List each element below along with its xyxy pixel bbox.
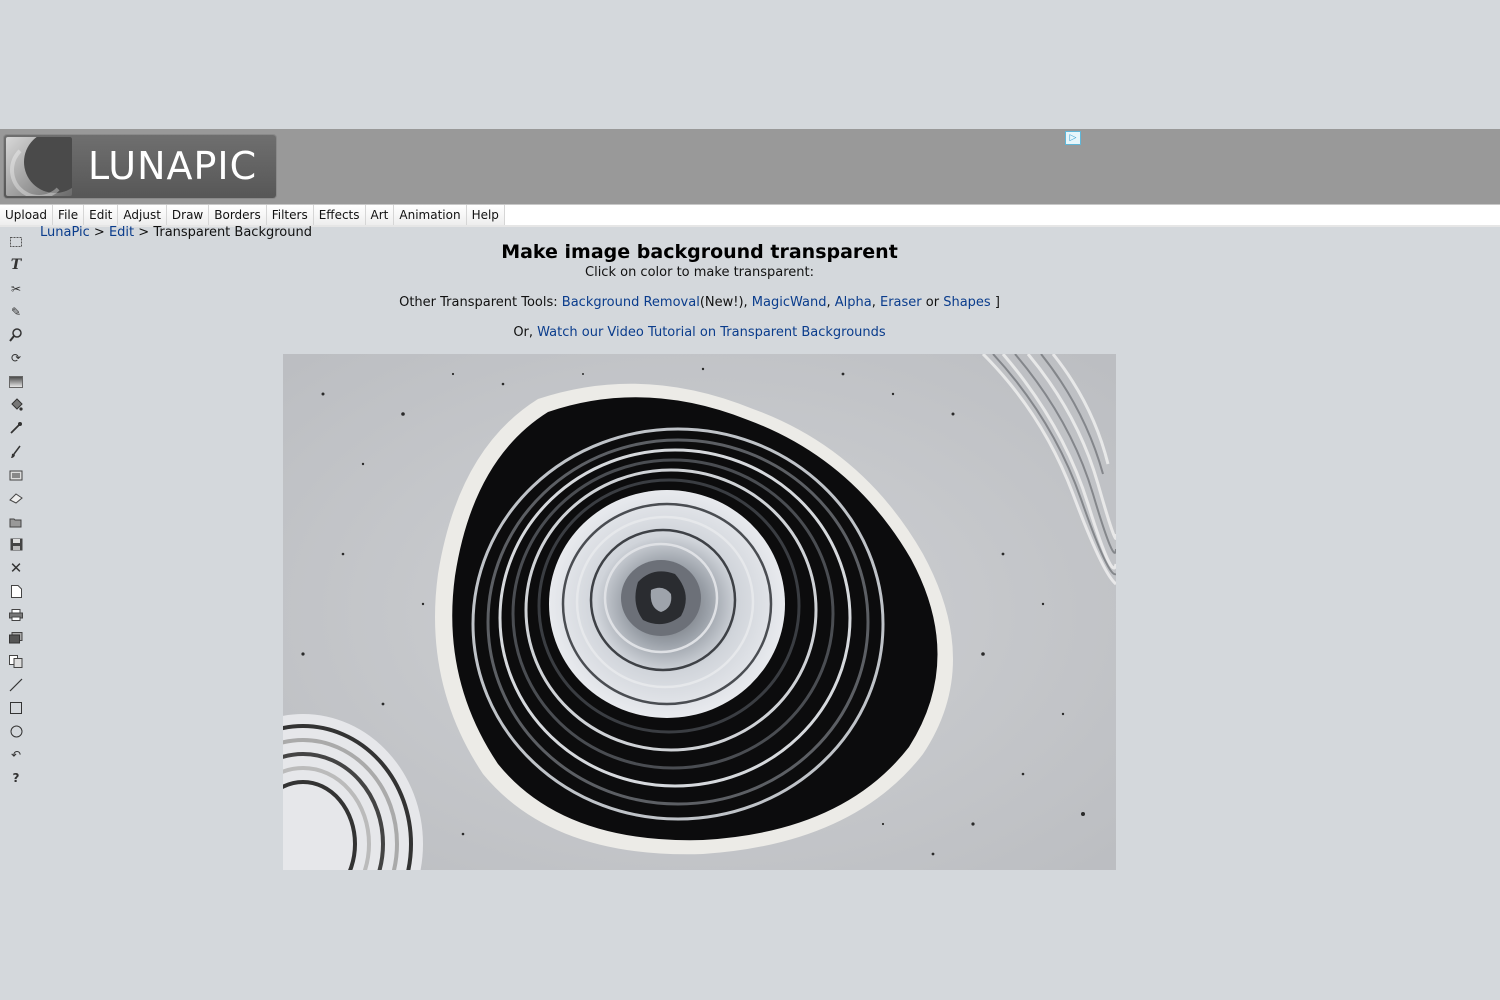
instruction-text: Click on color to make transparent:	[585, 265, 814, 280]
adchoices-icon[interactable]: ▷	[1065, 131, 1081, 145]
menu-art[interactable]: Art	[365, 205, 395, 225]
eyedropper-icon[interactable]	[6, 418, 26, 438]
line-icon[interactable]	[6, 675, 26, 695]
new-tag: (New!),	[699, 295, 752, 310]
select-icon[interactable]	[6, 232, 26, 252]
zoom-icon[interactable]	[6, 325, 26, 345]
rectangle-icon[interactable]	[6, 698, 26, 718]
separator-text: ]	[990, 295, 1000, 310]
moon-logo-icon	[6, 137, 72, 196]
edited-image[interactable]	[283, 354, 1116, 870]
separator-text: ,	[826, 295, 835, 310]
lunapic-logo[interactable]: LUNAPIC	[4, 135, 276, 198]
site-header: LUNAPIC ▷	[0, 129, 1500, 204]
video-tutorial-line: Or, Watch our Video Tutorial on Transpar…	[283, 324, 1116, 341]
breadcrumb-current: Transparent Background	[153, 225, 312, 240]
menu-borders[interactable]: Borders	[209, 205, 267, 225]
save-icon[interactable]	[6, 535, 26, 555]
shapes-link[interactable]: Shapes	[943, 295, 990, 310]
menu-edit[interactable]: Edit	[84, 205, 119, 225]
menu-help[interactable]: Help	[466, 205, 505, 225]
scissors-icon[interactable]: ✂	[6, 279, 26, 299]
background-removal-link[interactable]: Background Removal	[562, 295, 700, 310]
undo-icon[interactable]: ↶	[6, 745, 26, 765]
open-icon[interactable]	[6, 512, 26, 532]
breadcrumb-home-link[interactable]: LunaPic	[40, 225, 90, 240]
breadcrumb-edit-link[interactable]: Edit	[109, 225, 134, 240]
eraser-icon[interactable]	[6, 488, 26, 508]
video-tutorial-link[interactable]: Watch our Video Tutorial on Transparent …	[537, 325, 886, 340]
breadcrumb-separator: >	[134, 225, 154, 240]
rotate-icon[interactable]: ⟳	[6, 348, 26, 368]
alpha-link[interactable]: Alpha	[835, 295, 872, 310]
layers-icon[interactable]	[6, 628, 26, 648]
magicwand-link[interactable]: MagicWand	[752, 295, 827, 310]
image-canvas[interactable]	[283, 354, 1116, 870]
crop-icon[interactable]	[6, 465, 26, 485]
logo-text: LUNAPIC	[88, 144, 258, 188]
main-content: Make image background transparent Click …	[283, 240, 1116, 341]
menu-animation[interactable]: Animation	[394, 205, 467, 225]
menu-file[interactable]: File	[53, 205, 85, 225]
menu-bar: Upload File Edit Adjust Draw Borders Fil…	[0, 204, 1500, 227]
tool-sidebar: T ✂ ✎ ⟳ ✕ ↶ ?	[6, 232, 28, 791]
other-tools-line: Other Transparent Tools: Background Remo…	[283, 294, 1116, 311]
separator-text: or	[921, 295, 944, 310]
menu-effects[interactable]: Effects	[313, 205, 366, 225]
text-icon[interactable]: T	[6, 255, 26, 275]
eraser-link[interactable]: Eraser	[880, 295, 922, 310]
menu-filters[interactable]: Filters	[266, 205, 314, 225]
circle-icon[interactable]	[6, 721, 26, 741]
close-icon[interactable]: ✕	[6, 558, 26, 578]
breadcrumb-separator: >	[89, 225, 109, 240]
help-icon[interactable]: ?	[6, 768, 26, 788]
breadcrumb: LunaPic > Edit > Transparent Background	[40, 225, 312, 240]
print-icon[interactable]	[6, 605, 26, 625]
menu-draw[interactable]: Draw	[166, 205, 210, 225]
page-title: Make image background transparent	[501, 241, 898, 263]
other-tools-label: Other Transparent Tools:	[399, 295, 562, 310]
menu-adjust[interactable]: Adjust	[118, 205, 167, 225]
video-prefix: Or,	[513, 325, 538, 340]
copy-icon[interactable]	[6, 651, 26, 671]
paint-bucket-icon[interactable]	[6, 395, 26, 415]
pencil-icon[interactable]: ✎	[6, 302, 26, 322]
separator-text: ,	[871, 295, 880, 310]
new-icon[interactable]	[6, 581, 26, 601]
brush-icon[interactable]	[6, 442, 26, 462]
gradient-icon[interactable]	[6, 372, 26, 392]
menu-upload[interactable]: Upload	[0, 205, 54, 225]
